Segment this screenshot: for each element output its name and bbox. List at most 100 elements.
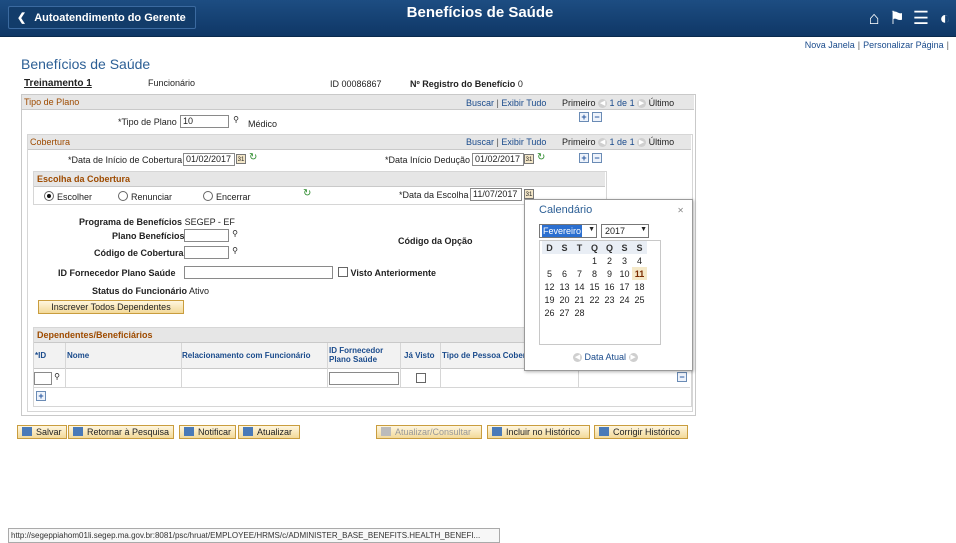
radio-selected-icon[interactable] — [44, 191, 54, 201]
choice-date-label: *Data da Escolha — [399, 190, 469, 200]
calendar-day[interactable]: 3 — [617, 254, 632, 267]
remove-row-icon[interactable]: − — [677, 372, 687, 382]
search-icon[interactable]: ⚲ — [231, 115, 241, 125]
refresh-button[interactable]: Atualizar — [238, 425, 300, 439]
seen-checkbox-icon[interactable] — [416, 373, 426, 383]
previous-icon[interactable]: ◀ — [598, 99, 608, 109]
calendar-day[interactable]: 7 — [572, 267, 587, 280]
next-icon[interactable]: ▶ — [637, 138, 647, 148]
search-icon[interactable]: ⚲ — [230, 229, 240, 239]
next-icon[interactable]: ▶ — [637, 99, 647, 109]
col-relationship[interactable]: Relacionamento com Funcionário — [182, 351, 310, 360]
col-person-type[interactable]: Tipo de Pessoa Cobert — [442, 351, 529, 360]
col-id[interactable]: *ID — [35, 351, 46, 360]
calendar-day[interactable]: 24 — [617, 293, 632, 306]
employee-id: ID 00086867 — [330, 79, 382, 89]
calendar-day[interactable]: 12 — [542, 280, 557, 293]
calendar-day[interactable]: 4 — [632, 254, 647, 267]
calendar-day[interactable]: 2 — [602, 254, 617, 267]
menu-icon[interactable]: ☰ — [909, 6, 933, 30]
calendar-day[interactable]: 28 — [572, 306, 587, 319]
new-window-link[interactable]: Nova Janela — [805, 40, 855, 50]
terminate-option[interactable]: Encerrar — [203, 191, 251, 202]
dependent-id-input[interactable] — [34, 372, 52, 385]
radio-icon[interactable] — [118, 191, 128, 201]
calendar-day[interactable]: 14 — [572, 280, 587, 293]
calendar-day[interactable]: 11 — [632, 267, 647, 280]
refresh-icon[interactable]: ↻ — [249, 152, 257, 163]
year-select[interactable]: 2017 ▼ — [601, 224, 649, 238]
remove-row-icon[interactable]: − — [592, 112, 602, 122]
calendar-icon[interactable]: 31 — [524, 189, 534, 199]
coverage-start-input[interactable]: 01/02/2017 — [183, 153, 235, 166]
view-all-link[interactable]: Exibir Tudo — [501, 137, 546, 147]
calendar-icon[interactable]: 31 — [236, 154, 246, 164]
previous-icon[interactable]: ◀ — [598, 138, 608, 148]
navbar-icon[interactable]: ◐ — [934, 6, 956, 30]
deduction-start-input[interactable]: 01/02/2017 — [472, 153, 524, 166]
coverage-code-input[interactable] — [184, 246, 229, 259]
refresh-icon[interactable]: ↻ — [303, 188, 311, 199]
notify-button[interactable]: Notificar — [179, 425, 237, 439]
calendar-day[interactable]: 10 — [617, 267, 632, 280]
previous-month-icon[interactable]: ◀ — [573, 353, 582, 363]
add-row-icon[interactable]: + — [579, 112, 589, 122]
col-seen[interactable]: Já Visto — [404, 351, 435, 360]
seen-before-option[interactable]: Visto Anteriormente — [338, 267, 436, 278]
checkbox-icon[interactable] — [338, 267, 348, 277]
remove-row-icon[interactable]: − — [592, 153, 602, 163]
calendar-day[interactable]: 9 — [602, 267, 617, 280]
month-select[interactable]: Fevereiro ▼ — [539, 224, 597, 238]
calendar-day[interactable]: 23 — [602, 293, 617, 306]
choice-date-input[interactable]: 11/07/2017 — [470, 188, 522, 201]
enroll-all-dependents-button[interactable]: Inscrever Todos Dependentes — [38, 300, 184, 314]
col-provider[interactable]: ID Fornecedor Plano Saúde — [329, 346, 383, 364]
provider-id-input[interactable] — [184, 266, 333, 279]
calendar-day[interactable]: 21 — [572, 293, 587, 306]
choose-option[interactable]: Escolher — [44, 191, 92, 202]
search-link[interactable]: Buscar — [466, 98, 494, 108]
job-role: Funcionário — [148, 78, 196, 88]
calendar-day[interactable]: 20 — [557, 293, 572, 306]
benefit-plan-input[interactable] — [184, 229, 229, 242]
update-display-button[interactable]: Atualizar/Consultar — [376, 425, 482, 439]
waive-option[interactable]: Renunciar — [118, 191, 172, 202]
refresh-icon[interactable]: ↻ — [537, 152, 545, 163]
calendar-day[interactable]: 5 — [542, 267, 557, 280]
calendar-day[interactable]: 26 — [542, 306, 557, 319]
add-row-icon[interactable]: + — [36, 391, 46, 401]
close-icon[interactable]: ✕ — [677, 206, 684, 215]
return-search-button[interactable]: Retornar à Pesquisa — [68, 425, 174, 439]
calendar-day[interactable]: 22 — [587, 293, 602, 306]
view-all-link[interactable]: Exibir Tudo — [501, 98, 546, 108]
save-button[interactable]: Salvar — [17, 425, 67, 439]
include-history-button[interactable]: Incluir no Histórico — [487, 425, 590, 439]
search-icon[interactable]: ⚲ — [230, 246, 240, 256]
personalize-page-link[interactable]: Personalizar Página — [863, 40, 944, 50]
calendar-icon[interactable]: 31 — [524, 154, 534, 164]
calendar-day[interactable]: 16 — [602, 280, 617, 293]
calendar-day[interactable]: 13 — [557, 280, 572, 293]
dependent-provider-input[interactable] — [329, 372, 399, 385]
calendar-day[interactable]: 25 — [632, 293, 647, 306]
calendar-day[interactable]: 17 — [617, 280, 632, 293]
calendar-day[interactable]: 19 — [542, 293, 557, 306]
home-icon[interactable]: ⌂ — [862, 6, 886, 30]
col-name[interactable]: Nome — [67, 351, 89, 360]
add-row-icon[interactable]: + — [579, 153, 589, 163]
radio-icon[interactable] — [203, 191, 213, 201]
back-button[interactable]: ❮ Autoatendimento do Gerente — [8, 6, 196, 29]
calendar-day[interactable]: 8 — [587, 267, 602, 280]
calendar-day[interactable]: 6 — [557, 267, 572, 280]
correct-history-button[interactable]: Corrigir Histórico — [594, 425, 688, 439]
search-link[interactable]: Buscar — [466, 137, 494, 147]
calendar-day[interactable]: 27 — [557, 306, 572, 319]
flag-icon[interactable]: ⚑ — [885, 6, 909, 30]
calendar-day[interactable]: 18 — [632, 280, 647, 293]
today-link[interactable]: Data Atual — [585, 352, 627, 362]
calendar-day[interactable]: 1 — [587, 254, 602, 267]
next-month-icon[interactable]: ▶ — [628, 353, 638, 363]
plan-type-input[interactable]: 10 — [180, 115, 229, 128]
search-icon[interactable]: ⚲ — [52, 372, 62, 382]
calendar-day[interactable]: 15 — [587, 280, 602, 293]
